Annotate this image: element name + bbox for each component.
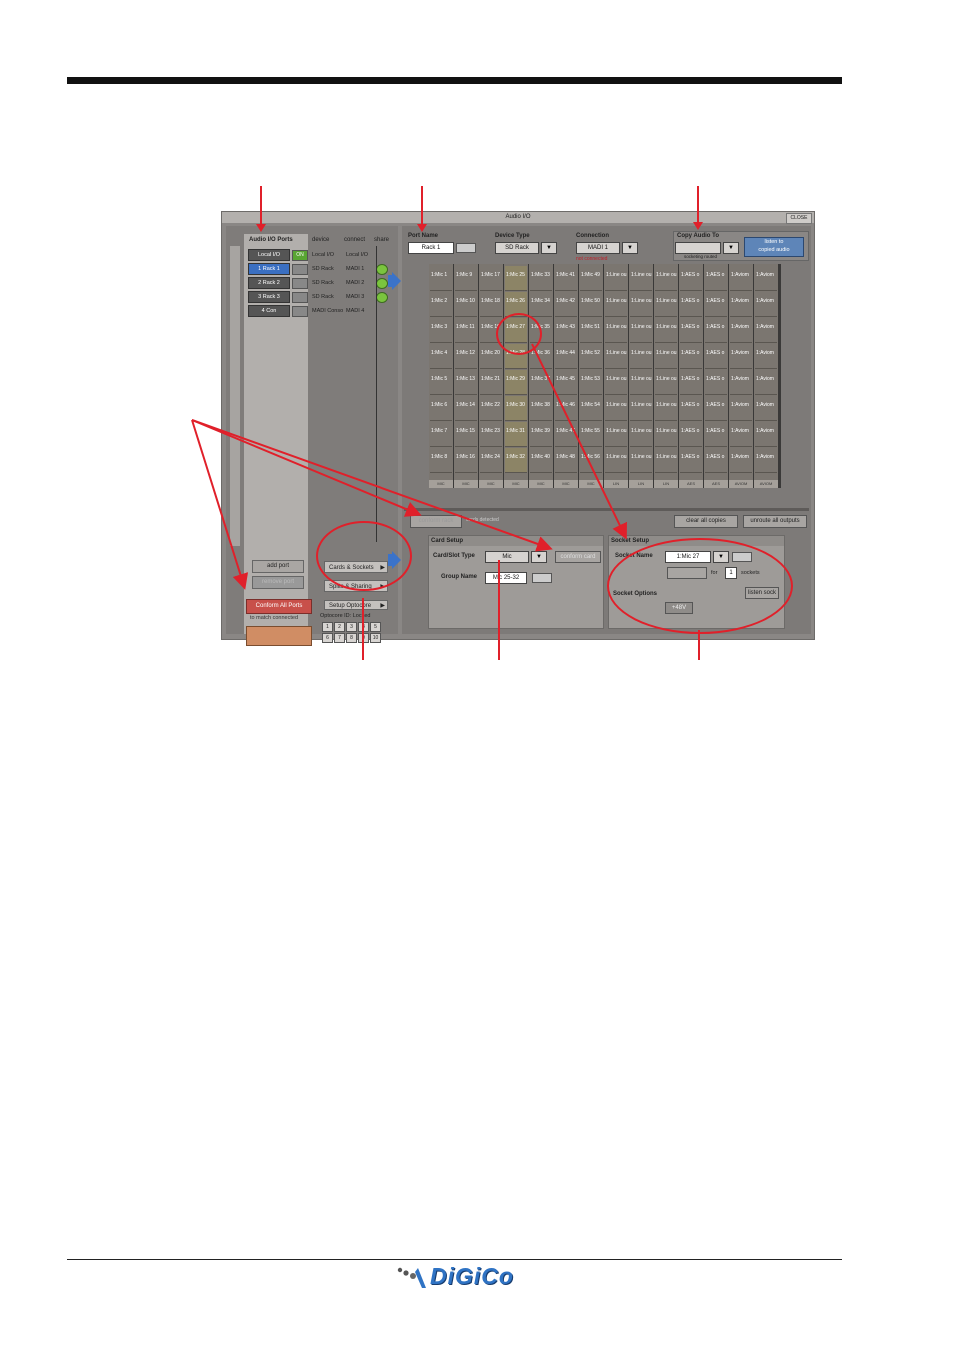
digico-logo: DiGiCo — [396, 1263, 566, 1293]
callout-arrow — [191, 419, 249, 590]
highlight-ring — [607, 538, 793, 634]
footer-rule — [67, 1259, 842, 1260]
logo-text: DiGiCo — [430, 1263, 514, 1289]
highlight-ring — [316, 521, 412, 591]
annotation-arrows — [191, 343, 627, 590]
callout-arrow — [191, 419, 422, 517]
highlight-ring — [496, 313, 542, 355]
logo-mark-icon — [397, 1267, 426, 1288]
callout-arrow — [531, 343, 627, 540]
